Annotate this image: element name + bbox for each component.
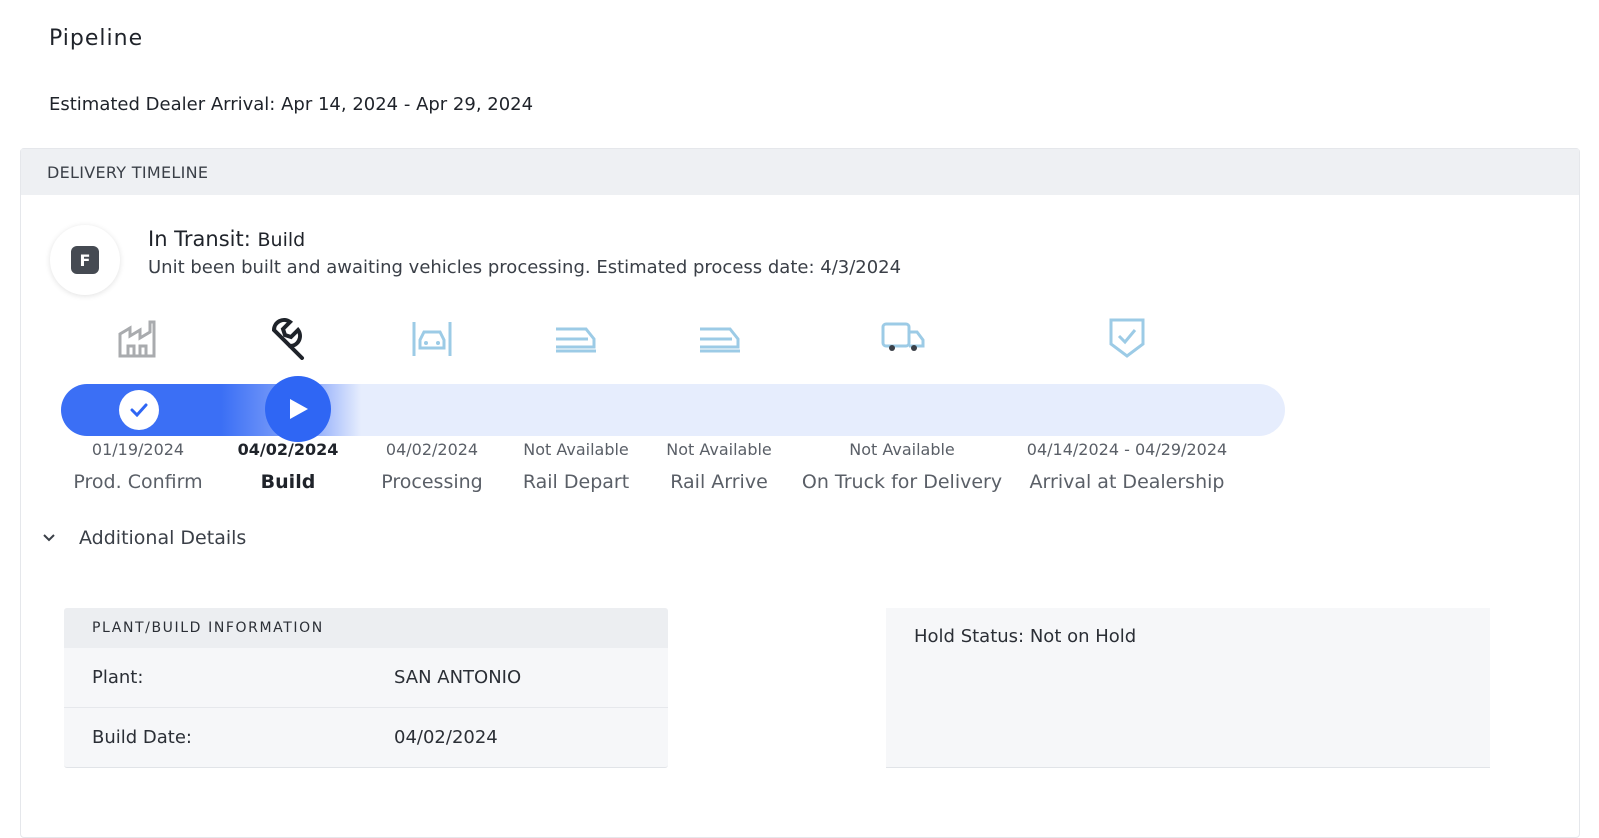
status-title: In Transit: Build (148, 227, 305, 251)
delivery-timeline-card: DELIVERY TIMELINE F In Transit: Build Un… (20, 148, 1580, 838)
additional-details-toggle[interactable]: Additional Details (39, 527, 246, 549)
page-title: Pipeline (49, 26, 144, 51)
plant-build-info-panel: PLANT/BUILD INFORMATION Plant: SAN ANTON… (64, 608, 668, 768)
plant-build-info-header: PLANT/BUILD INFORMATION (64, 608, 668, 648)
status-prefix: In Transit: (148, 227, 251, 251)
arrival-range: Apr 14, 2024 - Apr 29, 2024 (281, 94, 534, 115)
step-complete-check-icon (119, 390, 159, 430)
hold-status-text: Hold Status: Not on Hold (914, 626, 1137, 647)
delivery-timeline-header: DELIVERY TIMELINE (21, 149, 1579, 195)
factory-icon (113, 315, 163, 361)
status-avatar: F (50, 225, 120, 295)
build-date-value: 04/02/2024 (394, 726, 498, 748)
step-date-on-truck: Not Available (849, 440, 955, 459)
status-badge: F (71, 246, 99, 274)
wrench-icon (263, 315, 313, 361)
progress-track (61, 384, 1285, 436)
status-description: Unit been built and awaiting vehicles pr… (148, 257, 902, 278)
chevron-down-icon (39, 528, 59, 548)
current-step-play-icon (265, 376, 331, 442)
hold-status-panel: Hold Status: Not on Hold (886, 608, 1490, 768)
build-date-label: Build Date: (92, 726, 192, 748)
plant-row: Plant: SAN ANTONIO (64, 648, 668, 707)
truck-icon (878, 315, 928, 361)
arrival-label: Estimated Dealer Arrival: (49, 94, 276, 115)
step-date-arrival: 04/14/2024 - 04/29/2024 (1026, 440, 1228, 459)
build-date-row: Build Date: 04/02/2024 (64, 707, 668, 766)
train-icon (695, 315, 745, 361)
car-processing-icon (407, 315, 457, 361)
shield-check-icon (1102, 315, 1152, 361)
step-label-on-truck: On Truck for Delivery (801, 471, 1003, 493)
plant-label: Plant: (92, 667, 144, 688)
train-icon (551, 315, 601, 361)
status-stage: Build (257, 229, 306, 251)
step-label-arrival: Arrival at Dealership (1029, 471, 1225, 493)
plant-value: SAN ANTONIO (394, 667, 522, 688)
additional-details-label: Additional Details (79, 527, 247, 549)
estimated-arrival: Estimated Dealer Arrival: Apr 14, 2024 -… (49, 94, 533, 115)
